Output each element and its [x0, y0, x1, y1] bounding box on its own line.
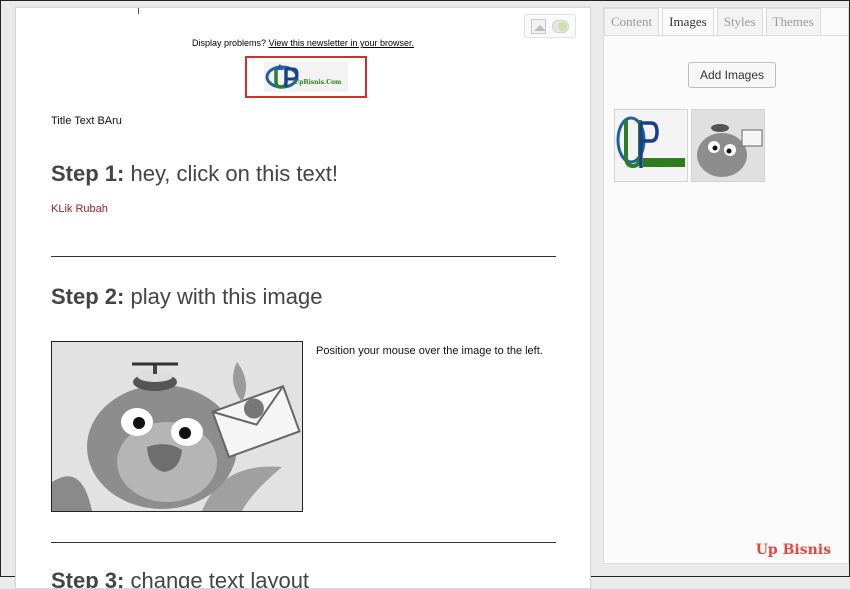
panel-tabs: Content Images Styles Themes [604, 8, 821, 37]
newsletter-editor: Display problems? View this newsletter i… [15, 7, 591, 589]
divider-1 [51, 256, 556, 257]
step1-link-text[interactable]: KLik Rubah [51, 203, 108, 215]
right-side-panel: Content Images Styles Themes Add Images [603, 7, 849, 564]
toggle-switch[interactable] [552, 19, 569, 33]
step2-heading[interactable]: Step 2: play with this image [51, 284, 322, 310]
title-text[interactable]: Title Text BAru [51, 115, 122, 127]
add-images-button[interactable]: Add Images [688, 62, 776, 88]
tab-content[interactable]: Content [604, 8, 660, 35]
step3-label: Step 3: [51, 568, 125, 589]
display-problems-line: Display problems? View this newsletter i… [16, 38, 590, 48]
upbisnis-logo[interactable]: UpBisnis.Com [264, 62, 348, 92]
watermark-text: Up Bisnis [755, 542, 831, 558]
step2-label: Step 2: [51, 284, 125, 309]
image-thumbnail-logo[interactable] [614, 109, 688, 182]
tab-images[interactable]: Images [662, 8, 714, 37]
logo-text: UpBisnis.Com [294, 79, 342, 86]
image-icon [531, 18, 547, 34]
tab-underline [604, 35, 848, 36]
step1-label: Step 1: [51, 161, 125, 186]
step1-heading[interactable]: Step 1: hey, click on this text! [51, 161, 338, 187]
step3-heading[interactable]: Step 3: change text layout [51, 568, 310, 589]
step1-text: hey, click on this text! [124, 161, 338, 186]
logo-selection-frame[interactable]: UpBisnis.Com [245, 56, 367, 98]
step3-text: change text layout [124, 568, 310, 589]
top-divider-tick [138, 8, 139, 14]
image-thumbnail-bird[interactable] [691, 109, 765, 182]
image-toggle-control[interactable] [524, 14, 576, 38]
display-problems-text: Display problems? [192, 38, 267, 48]
tab-styles[interactable]: Styles [716, 8, 763, 35]
divider-2 [51, 542, 556, 543]
step2-text: play with this image [124, 284, 323, 309]
step2-caption[interactable]: Position your mouse over the image to th… [316, 343, 556, 359]
mascot-bird-image[interactable] [51, 341, 303, 512]
view-in-browser-link[interactable]: View this newsletter in your browser. [269, 38, 414, 48]
tab-themes[interactable]: Themes [765, 8, 821, 35]
